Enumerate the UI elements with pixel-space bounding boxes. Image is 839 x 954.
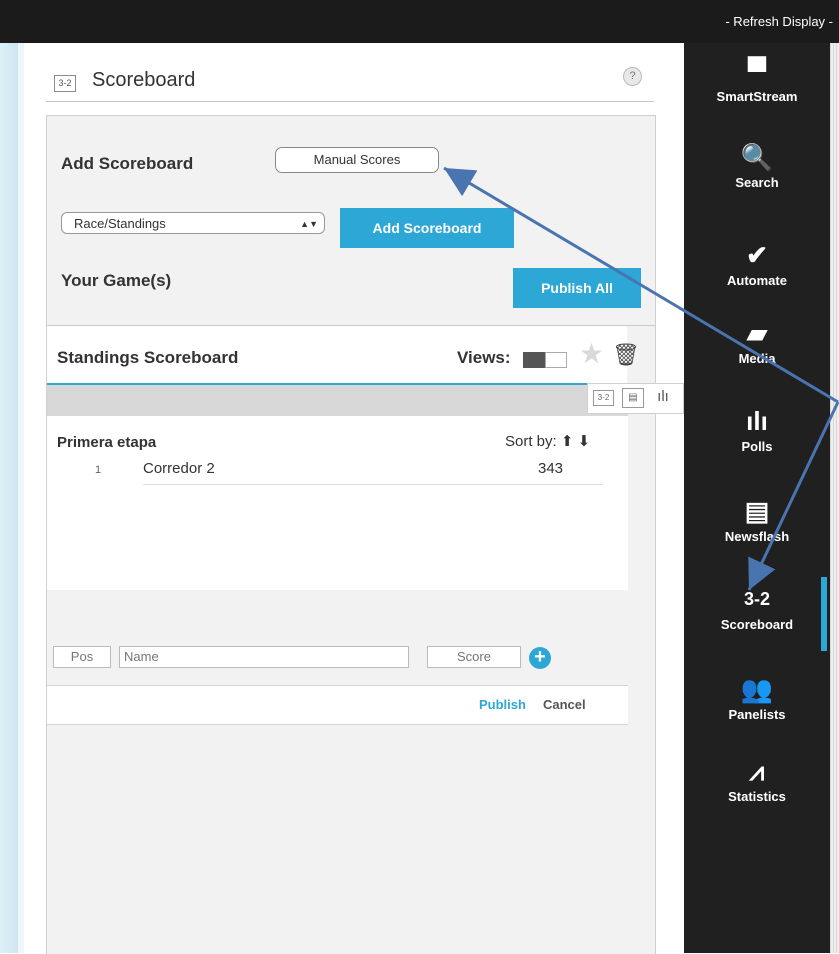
poll-mini-icon[interactable]: ılı [652, 388, 674, 408]
row-name[interactable]: Corredor 2 [143, 460, 215, 477]
sidebar-item-panelists[interactable]: 👥 Panelists [684, 671, 830, 741]
scoreboard-type-value: Race/Standings [74, 216, 166, 231]
standings-header: Standings Scoreboard Views: ★ 🗑 [47, 326, 640, 385]
newsflash-mini-icon[interactable]: ▤ [622, 388, 644, 408]
views-label: Views: [457, 348, 511, 367]
content-type-toolbox: 3-2 ▤ ılı [587, 383, 684, 414]
sidebar-item-polls[interactable]: ılı Polls [684, 403, 830, 473]
sidebar-item-label: Panelists [728, 707, 786, 722]
scoreboard-mini-icon[interactable]: 3-2 [593, 390, 614, 406]
publish-link[interactable]: Publish [479, 697, 526, 712]
sidebar: ▀ SmartStream 🔍 Search ✔ Automate ▰ Medi… [684, 43, 830, 953]
speech-bubble-icon: ▀ [747, 56, 767, 86]
cancel-link[interactable]: Cancel [543, 697, 586, 712]
header-divider [46, 101, 654, 102]
row-rank: 1 [95, 464, 102, 476]
name-input[interactable] [119, 646, 409, 668]
publish-bar: Publish Cancel [47, 685, 628, 725]
scoreboard-card: Add Scoreboard Manual Scores Race/Standi… [46, 115, 684, 954]
trash-icon[interactable]: 🗑 [612, 344, 640, 366]
scoreboard-icon: 3-2 [743, 589, 770, 609]
sidebar-item-label: Newsflash [724, 529, 790, 544]
sidebar-item-media[interactable]: ▰ Media [684, 315, 830, 385]
scoreboard-type-select[interactable]: Race/Standings ▲▼ [61, 212, 325, 234]
sort-by-control[interactable]: Sort by: ⬆ ⬇ [505, 432, 590, 450]
help-icon[interactable]: ? [623, 67, 642, 86]
social-badge-icon: ✔ [746, 240, 768, 270]
right-edge-strip [830, 43, 839, 953]
scoreboard-header-icon: 3-2 [54, 75, 76, 92]
sidebar-item-label: Search [735, 175, 779, 190]
standings-list: Primera etapa Sort by: ⬆ ⬇ 1 Corredor 2 … [47, 416, 628, 590]
grid-view-icon[interactable] [545, 352, 567, 368]
active-item-indicator [821, 577, 827, 651]
pos-input[interactable] [53, 646, 111, 668]
sidebar-item-label: Automate [727, 273, 787, 288]
panelists-icon: 👥 [740, 674, 774, 704]
sidebar-item-statistics[interactable]: ⩘ Statistics [684, 753, 830, 823]
add-scoreboard-button[interactable]: Add Scoreboard [340, 208, 514, 248]
sidebar-item-label: Media [738, 351, 776, 366]
statistics-icon: ⩘ [749, 756, 765, 786]
add-entry-icon[interactable]: + [529, 647, 551, 669]
refresh-display-link[interactable]: - Refresh Display - [725, 14, 833, 29]
bar-chart-icon: ılı [746, 406, 768, 436]
sidebar-item-scoreboard[interactable]: 3-2 Scoreboard [684, 581, 830, 651]
scoreboard-panel: 3-2 Scoreboard ? Add Scoreboard Manual S… [24, 43, 684, 954]
select-caret-icon: ▲▼ [300, 219, 318, 229]
folder-icon: ▰ [747, 318, 767, 348]
row-divider [143, 484, 603, 485]
star-icon[interactable]: ★ [579, 340, 604, 368]
standings-title: Standings Scoreboard [57, 348, 239, 367]
sidebar-item-newsflash[interactable]: ▤ Newsflash [684, 493, 830, 563]
sidebar-item-label: Scoreboard [720, 617, 794, 632]
top-bar: - Refresh Display - [0, 0, 839, 43]
score-input[interactable] [427, 646, 521, 668]
toolbar-band [47, 385, 628, 416]
sidebar-item-smartstream[interactable]: ▀ SmartStream [684, 53, 830, 123]
publish-all-button[interactable]: Publish All [513, 268, 641, 308]
row-score[interactable]: 343 [538, 460, 563, 477]
newsflash-icon: ▤ [744, 496, 770, 526]
left-edge-strip [0, 43, 18, 953]
search-icon: 🔍 [740, 142, 774, 172]
page-title: Scoreboard [92, 69, 196, 91]
list-view-icon[interactable] [523, 352, 545, 368]
your-games-label: Your Game(s) [61, 271, 172, 290]
add-scoreboard-label: Add Scoreboard [61, 154, 194, 173]
entry-row: + [47, 646, 628, 686]
sidebar-item-search[interactable]: 🔍 Search [684, 139, 830, 209]
sidebar-item-label: Polls [741, 439, 773, 454]
sidebar-item-label: Statistics [728, 789, 786, 804]
stage-name: Primera etapa [57, 434, 157, 451]
sidebar-item-automate[interactable]: ✔ Automate [684, 237, 830, 307]
sidebar-item-label: SmartStream [716, 89, 798, 104]
manual-scores-toggle[interactable]: Manual Scores [275, 147, 439, 173]
